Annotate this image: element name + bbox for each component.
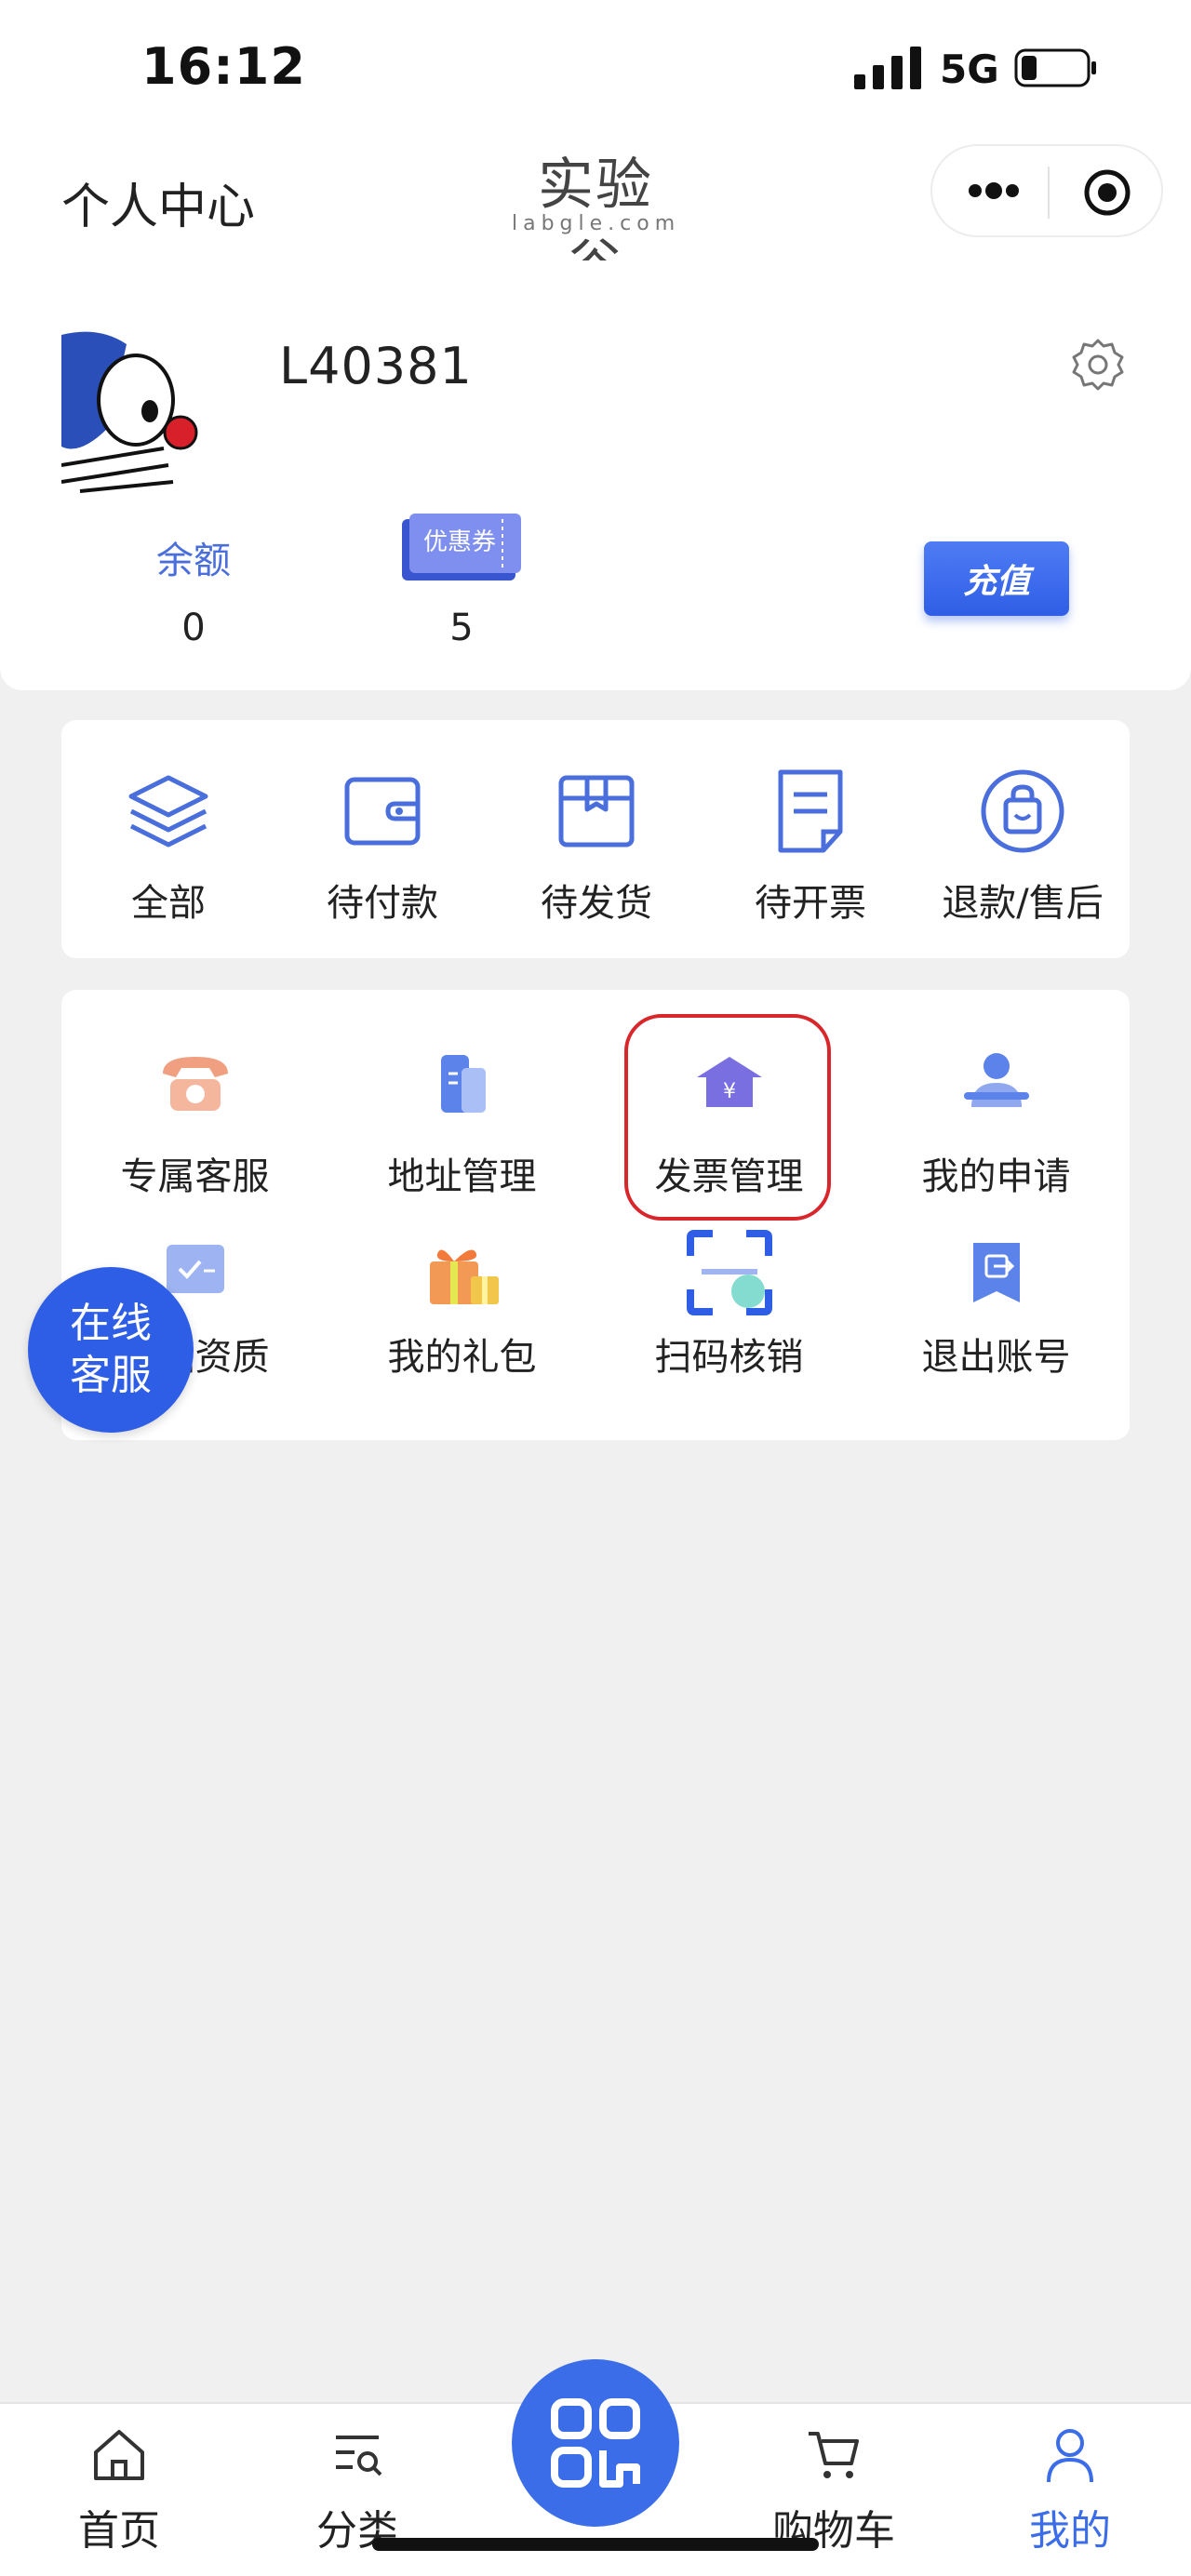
order-refund-label: 退款/售后 bbox=[942, 882, 1104, 925]
service-scan-verify-label: 扫码核销 bbox=[654, 1336, 804, 1379]
profile-card: L40381 余额 0 优惠券 5 充值 bbox=[0, 260, 1191, 690]
invoice-doc-icon bbox=[778, 769, 843, 853]
order-all-label: 全部 bbox=[131, 882, 206, 925]
signal-icon bbox=[854, 47, 921, 89]
more-icon[interactable] bbox=[968, 181, 1020, 200]
labgle-logo: 实验谷 labgle.com bbox=[512, 140, 681, 299]
close-target-icon[interactable] bbox=[1083, 168, 1131, 217]
shopping-bag-icon bbox=[981, 769, 1064, 853]
wallet-icon bbox=[344, 777, 421, 846]
home-icon bbox=[94, 2430, 144, 2480]
service-my-applications[interactable]: 我的申请 bbox=[863, 1046, 1130, 1200]
balance-label[interactable]: 余额 bbox=[156, 530, 231, 584]
category-search-icon bbox=[336, 2436, 382, 2476]
network-label: 5G bbox=[940, 47, 999, 92]
order-status-card: 全部 待付款 待发货 待开票 退款/售后 bbox=[61, 720, 1130, 958]
tab-qr-code[interactable] bbox=[512, 2359, 679, 2527]
tab-home[interactable]: 首页 bbox=[45, 2424, 194, 2556]
telephone-icon bbox=[162, 1057, 228, 1111]
invoice-highlight-circle bbox=[624, 1014, 831, 1221]
service-my-gifts-label: 我的礼包 bbox=[387, 1336, 537, 1379]
cart-icon bbox=[809, 2432, 859, 2478]
service-my-gifts[interactable]: 我的礼包 bbox=[328, 1235, 596, 1381]
order-pending-shipment[interactable]: 待发货 bbox=[489, 767, 703, 927]
order-pending-shipment-label: 待发货 bbox=[541, 882, 652, 925]
username: L40381 bbox=[279, 337, 473, 395]
avatar[interactable] bbox=[61, 326, 220, 493]
service-address-label: 地址管理 bbox=[387, 1155, 537, 1198]
capsule-divider bbox=[1048, 167, 1050, 219]
coupon-value: 5 bbox=[449, 607, 474, 649]
service-exclusive-support[interactable]: 专属客服 bbox=[61, 1046, 328, 1200]
tab-mine[interactable]: 我的 bbox=[996, 2424, 1144, 2556]
order-refund[interactable]: 退款/售后 bbox=[916, 767, 1130, 927]
recharge-button[interactable]: 充值 bbox=[924, 541, 1069, 616]
online-service-button[interactable]: 在线 客服 bbox=[28, 1267, 194, 1433]
layers-icon bbox=[128, 775, 208, 848]
order-pending-payment-label: 待付款 bbox=[327, 882, 438, 925]
order-pending-invoice-label: 待开票 bbox=[755, 882, 866, 925]
tab-cart[interactable]: 购物车 bbox=[759, 2424, 908, 2556]
coupon-label: 优惠券 bbox=[422, 528, 496, 556]
service-address[interactable]: 地址管理 bbox=[328, 1046, 596, 1200]
gift-icon bbox=[429, 1249, 499, 1304]
mini-program-capsule bbox=[930, 144, 1163, 237]
home-indicator bbox=[372, 2538, 819, 2551]
coupon-badge[interactable]: 优惠券 bbox=[400, 512, 523, 584]
user-icon bbox=[1047, 2429, 1093, 2483]
service-exclusive-support-label: 专属客服 bbox=[120, 1155, 270, 1198]
logo-subtext: labgle.com bbox=[512, 212, 681, 235]
qr-code-icon bbox=[551, 2398, 640, 2488]
box-icon bbox=[558, 775, 635, 848]
battery-icon bbox=[1014, 48, 1096, 87]
building-icon bbox=[440, 1055, 486, 1113]
logout-icon bbox=[972, 1243, 1020, 1302]
status-time: 16:12 bbox=[141, 37, 306, 96]
online-service-line2: 客服 bbox=[70, 1352, 152, 1399]
service-my-applications-label: 我的申请 bbox=[921, 1155, 1071, 1198]
order-all[interactable]: 全部 bbox=[61, 767, 275, 927]
order-pending-payment[interactable]: 待付款 bbox=[275, 767, 489, 927]
service-logout[interactable]: 退出账号 bbox=[863, 1235, 1130, 1381]
page-title: 个人中心 bbox=[61, 180, 256, 235]
settings-icon[interactable] bbox=[1070, 337, 1126, 393]
service-scan-verify[interactable]: 扫码核销 bbox=[596, 1230, 863, 1381]
tab-home-label: 首页 bbox=[78, 2507, 160, 2555]
online-service-line1: 在线 bbox=[70, 1300, 152, 1347]
scan-icon bbox=[686, 1230, 772, 1315]
tab-mine-label: 我的 bbox=[1029, 2507, 1111, 2555]
services-card: 专属客服 地址管理 ¥ 发票管理 我的申请 产品资质 我的礼包 扫码核销 退出账… bbox=[61, 990, 1130, 1440]
balance-value: 0 bbox=[181, 607, 206, 649]
tab-category[interactable]: 分类 bbox=[283, 2424, 432, 2556]
order-pending-invoice[interactable]: 待开票 bbox=[703, 767, 917, 927]
service-logout-label: 退出账号 bbox=[921, 1336, 1071, 1379]
applicant-icon bbox=[963, 1053, 1029, 1107]
